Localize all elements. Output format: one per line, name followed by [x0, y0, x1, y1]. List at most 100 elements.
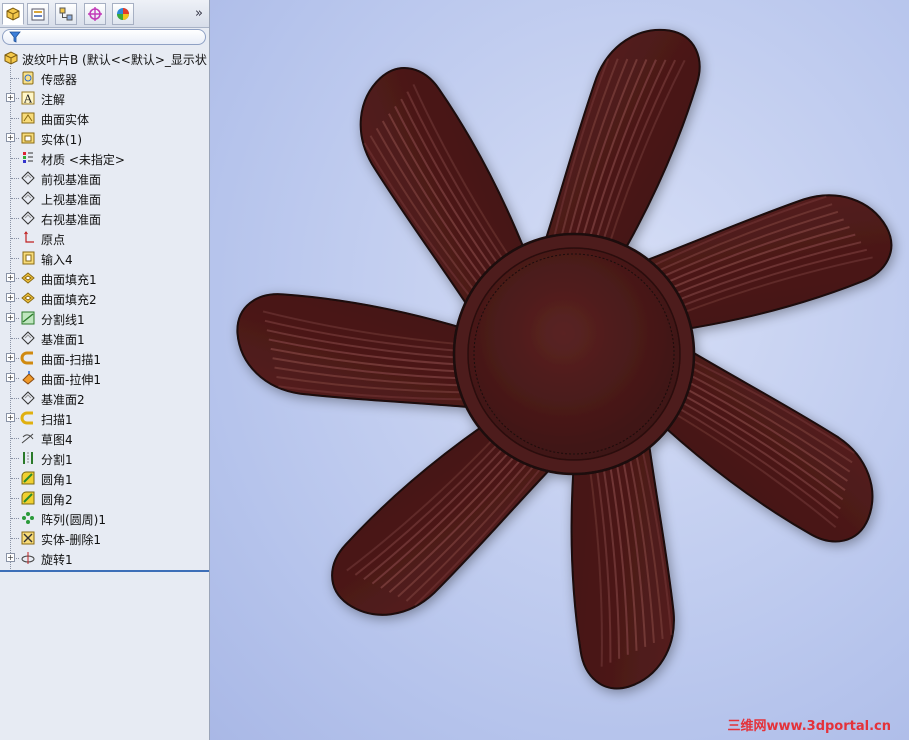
tree-item-label: 原点: [41, 233, 66, 247]
tree-connector: [11, 338, 19, 339]
tree-item[interactable]: 阵列(圆周)1: [0, 508, 209, 528]
tree-connector: [11, 478, 19, 479]
plane-icon: [21, 171, 35, 185]
tree-connector: [11, 398, 19, 399]
tree-item[interactable]: + 旋转1: [0, 548, 209, 568]
tree-connector: [11, 498, 19, 499]
tree-connector: [11, 518, 19, 519]
material-icon: [23, 152, 33, 163]
panel-tab-bar: »: [0, 0, 209, 28]
tree-item[interactable]: 上视基准面: [0, 188, 209, 208]
expand-toggle[interactable]: +: [6, 133, 15, 142]
filter-bar[interactable]: [2, 29, 206, 45]
tree-item[interactable]: + A 注解: [0, 88, 209, 108]
expand-toggle[interactable]: +: [6, 373, 15, 382]
tree-item[interactable]: 基准面1: [0, 328, 209, 348]
tree-item[interactable]: 材质 <未指定>: [0, 148, 209, 168]
surface-extrude-icon: [22, 371, 35, 385]
surface-body-icon: [21, 112, 35, 124]
tree-item[interactable]: 右视基准面: [0, 208, 209, 228]
tree-item-label: 圆角1: [41, 473, 73, 487]
expand-toggle[interactable]: +: [6, 93, 15, 102]
display-manager-tab[interactable]: [112, 3, 134, 25]
feature-manager-tab[interactable]: [2, 3, 24, 25]
tree-item[interactable]: + 曲面填充1: [0, 268, 209, 288]
tree-item[interactable]: 基准面2: [0, 388, 209, 408]
tree-item-label: 曲面填充1: [41, 273, 97, 287]
watermark-text: 三维网www.3dportal.cn: [727, 719, 891, 734]
tree-item-label: 旋转1: [41, 553, 73, 567]
graphics-viewport[interactable]: 三维网www.3dportal.cn: [210, 0, 909, 740]
tree-item-label: 基准面2: [41, 393, 85, 407]
tree-item[interactable]: + 扫描1: [0, 408, 209, 428]
expand-toggle[interactable]: +: [6, 413, 15, 422]
svg-text:A: A: [23, 93, 33, 106]
sensor-icon: [22, 71, 34, 85]
tree-item[interactable]: 传感器: [0, 68, 209, 88]
tree-item[interactable]: 圆角2: [0, 488, 209, 508]
surface-fill-icon: [21, 292, 35, 304]
tree-item[interactable]: 分割1: [0, 448, 209, 468]
tree-item[interactable]: 实体-删除1: [0, 528, 209, 548]
tree-connector: [11, 78, 19, 79]
tree-item[interactable]: 圆角1: [0, 468, 209, 488]
tree-item-label: 圆角2: [41, 493, 73, 507]
fan-model: [236, 28, 893, 690]
surface-fill-icon: [21, 272, 35, 284]
split-line-icon: [21, 311, 35, 325]
more-tabs-button[interactable]: »: [195, 6, 203, 21]
tree-connector: [11, 438, 19, 439]
tree-connector: [11, 118, 19, 119]
tree-item-label: 注解: [41, 93, 66, 107]
tree-root-label: 波纹叶片B (默认<<默认>_显示状: [22, 53, 207, 67]
target-icon: [88, 7, 102, 21]
tree-connector: [11, 238, 19, 239]
property-icon: [31, 8, 45, 21]
tree-item-label: 草图4: [41, 433, 73, 447]
tree-root[interactable]: 波纹叶片B (默认<<默认>_显示状: [0, 48, 209, 68]
feature-manager-panel: » 波纹叶片B (默认<<默认>_显示状 传感器 + A 注解 曲面实体 + 实体(1) 材质…: [0, 0, 210, 740]
expand-toggle[interactable]: +: [6, 293, 15, 302]
expand-toggle[interactable]: +: [6, 273, 15, 282]
tree-item-label: 阵列(圆周)1: [41, 513, 106, 527]
property-manager-tab[interactable]: [27, 3, 49, 25]
expand-toggle[interactable]: +: [6, 553, 15, 562]
tree-item-label: 曲面-扫描1: [41, 353, 101, 367]
tree-item-label: 上视基准面: [41, 193, 102, 207]
tree-item[interactable]: 前视基准面: [0, 168, 209, 188]
tree-connector: [11, 178, 19, 179]
expand-toggle[interactable]: +: [6, 353, 15, 362]
split-icon: [23, 452, 33, 464]
tree-item[interactable]: + 曲面-拉伸1: [0, 368, 209, 388]
tree-connector: [11, 218, 19, 219]
solid-body-icon: [21, 132, 35, 144]
surface-sweep-icon: [20, 351, 33, 365]
annotation-icon: A: [21, 91, 35, 106]
tree-item[interactable]: 原点: [0, 228, 209, 248]
plane-icon: [21, 191, 35, 205]
tree-item[interactable]: 草图4: [0, 428, 209, 448]
tree-connector: [11, 198, 19, 199]
import-icon: [22, 251, 35, 265]
tree-item-label: 曲面填充2: [41, 293, 97, 307]
part-icon: [4, 51, 18, 65]
circular-pattern-icon: [22, 512, 34, 524]
tree-item-label: 实体-删除1: [41, 533, 101, 547]
tree-item[interactable]: 输入4: [0, 248, 209, 268]
feature-tree-icon: [6, 7, 20, 21]
tree-item-label: 材质 <未指定>: [41, 153, 125, 167]
tree-item-label: 传感器: [41, 73, 78, 87]
dimxpert-tab[interactable]: [84, 3, 106, 25]
revolve-icon: [21, 552, 35, 564]
tree-item[interactable]: + 实体(1): [0, 128, 209, 148]
tree-item-label: 分割线1: [41, 313, 85, 327]
tree-item[interactable]: + 曲面-扫描1: [0, 348, 209, 368]
tree-item-label: 实体(1): [41, 133, 82, 147]
expand-toggle[interactable]: +: [6, 313, 15, 322]
tree-item[interactable]: + 曲面填充2: [0, 288, 209, 308]
tree-item[interactable]: 曲面实体: [0, 108, 209, 128]
tree-item[interactable]: + 分割线1: [0, 308, 209, 328]
color-wheel-icon: [117, 8, 129, 20]
configuration-manager-tab[interactable]: [55, 3, 77, 25]
sketch-icon: [21, 433, 34, 444]
